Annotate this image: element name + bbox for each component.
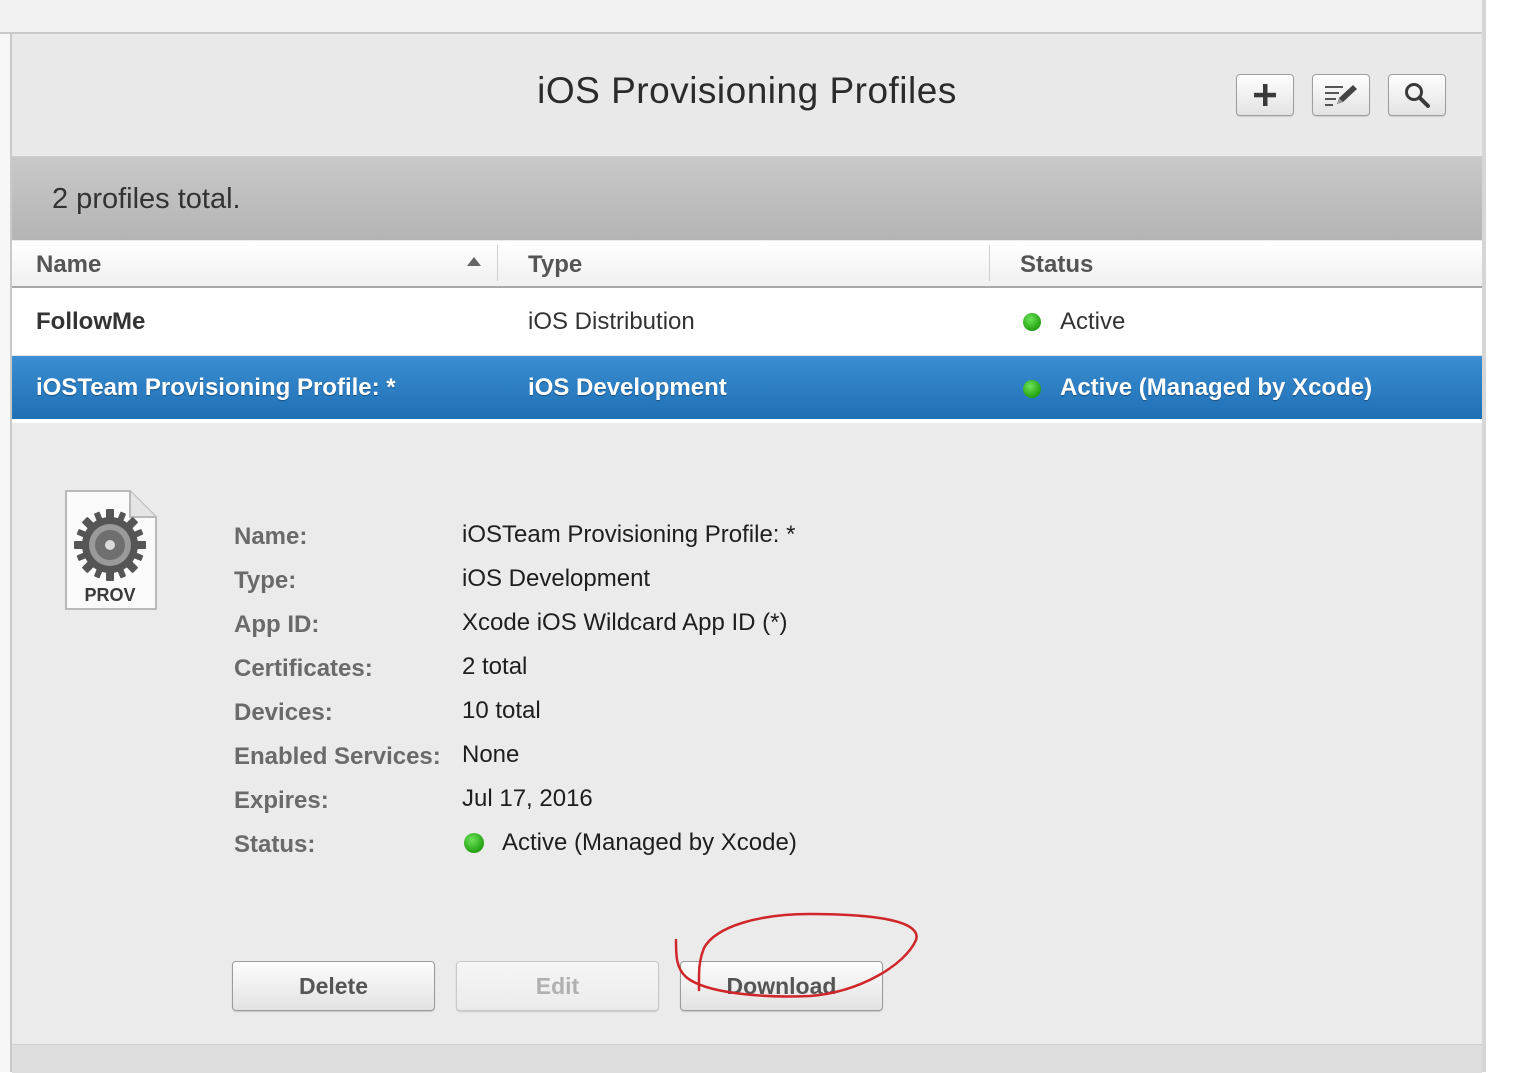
plus-icon [1254, 84, 1276, 106]
profiles-summary-bar: 2 profiles total. [12, 157, 1482, 240]
detail-label-certificates: Certificates: [234, 655, 373, 682]
edit-list-button[interactable] [1312, 74, 1370, 116]
detail-value-type: iOS Development [462, 565, 651, 592]
detail-value-enabled-services: None [462, 741, 520, 768]
sort-ascending-icon [467, 257, 481, 266]
detail-value-name: iOSTeam Provisioning Profile: * [462, 521, 796, 548]
profile-details: PROV Name: iOSTeam Provisioning Profile:… [12, 423, 1482, 1043]
profile-status: Active [1060, 308, 1126, 335]
detail-label-expires: Expires: [234, 787, 329, 814]
detail-label-name: Name: [234, 523, 308, 550]
detail-value-certificates: 2 total [462, 653, 528, 680]
column-header-status[interactable]: Status [1020, 251, 1093, 279]
search-icon [1405, 83, 1430, 108]
table-row-selected[interactable]: iOSTeam Provisioning Profile: * iOS Deve… [12, 356, 1482, 419]
column-header-name[interactable]: Name [36, 251, 101, 279]
detail-label-devices: Devices: [234, 699, 333, 726]
column-divider [989, 245, 990, 281]
detail-value-app-id: Xcode iOS Wildcard App ID (*) [462, 609, 788, 636]
profile-type: iOS Development [528, 374, 727, 401]
detail-label-enabled-services: Enabled Services: [234, 743, 441, 770]
delete-button[interactable]: Delete [232, 961, 435, 1011]
detail-label-app-id: App ID: [234, 611, 320, 638]
detail-label-type: Type: [234, 567, 297, 594]
profiles-count-text: 2 profiles total. [52, 183, 241, 215]
window-top-strip [0, 0, 1482, 34]
detail-value-devices: 10 total [462, 697, 541, 724]
download-button[interactable]: Download [680, 961, 883, 1011]
profile-name: FollowMe [36, 308, 146, 335]
table-row[interactable]: FollowMe iOS Distribution Active [12, 288, 1482, 356]
detail-label-status: Status: [234, 831, 316, 858]
provisioning-profiles-panel: iOS Provisioning Profiles 2 profiles tot… [12, 34, 1482, 1073]
right-scroll-edge [1482, 0, 1486, 1072]
detail-value-status: Active (Managed by Xcode) [502, 829, 797, 856]
status-active-icon [464, 833, 484, 853]
left-sidebar-edge [0, 34, 12, 1072]
edit-list-icon [1325, 85, 1357, 106]
table-header: Name Type Status [12, 241, 1482, 288]
prov-icon-label: PROV [84, 585, 135, 605]
profile-type: iOS Distribution [528, 308, 695, 335]
status-active-icon [1023, 380, 1041, 398]
search-button[interactable] [1388, 74, 1446, 116]
page-header: iOS Provisioning Profiles [12, 34, 1482, 157]
profile-name: iOSTeam Provisioning Profile: * [36, 374, 396, 401]
status-active-icon [1023, 313, 1041, 331]
profile-status: Active (Managed by Xcode) [1060, 374, 1373, 401]
column-header-type[interactable]: Type [528, 251, 582, 279]
edit-button[interactable]: Edit [456, 961, 659, 1011]
prov-file-icon: PROV [65, 490, 157, 610]
add-profile-button[interactable] [1236, 74, 1294, 116]
column-divider [497, 245, 498, 281]
panel-bottom-strip [12, 1044, 1482, 1073]
detail-value-expires: Jul 17, 2016 [462, 785, 593, 812]
